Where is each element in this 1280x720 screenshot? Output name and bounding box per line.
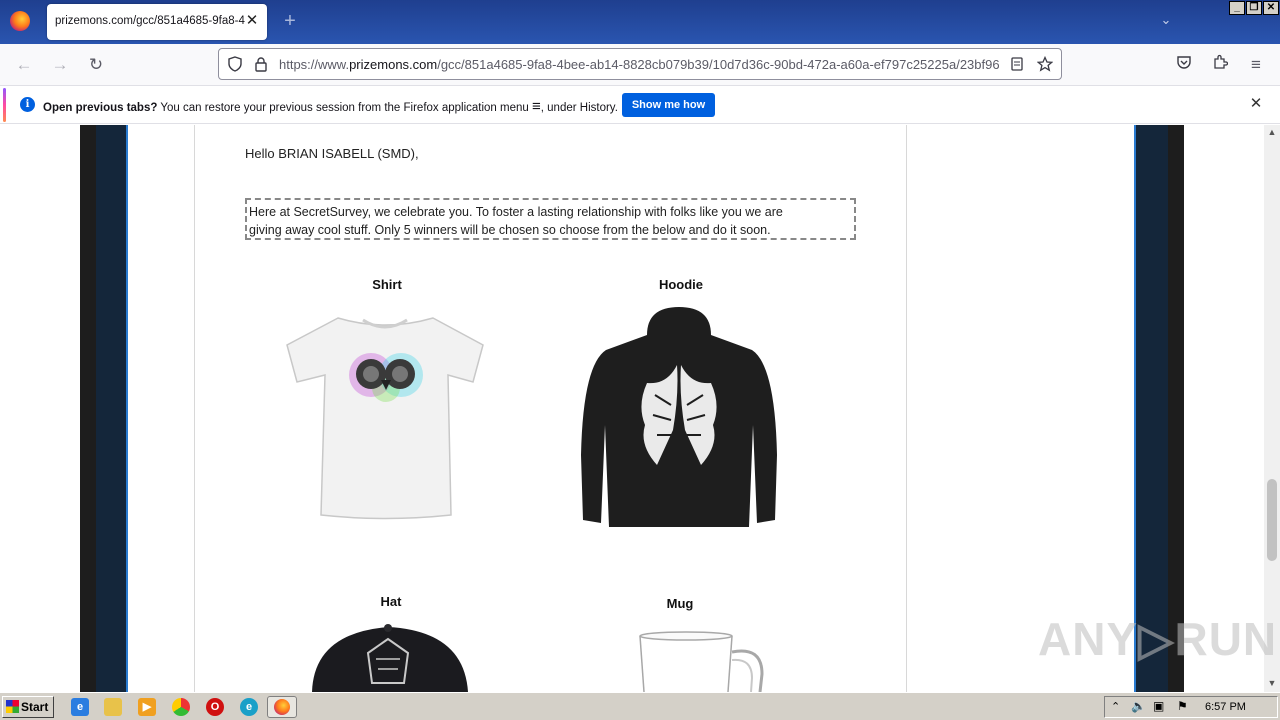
internet-explorer-icon[interactable]: e <box>71 698 89 716</box>
url-bar[interactable]: https://www.prizemons.com/gcc/851a4685-9… <box>218 48 1062 80</box>
bookmark-star-icon[interactable] <box>1036 55 1054 72</box>
scroll-up-icon[interactable]: ▲ <box>1264 127 1280 139</box>
browser-titlebar: prizemons.com/gcc/851a4685-9fa8-4bee-ab1… <box>0 0 1280 44</box>
notification-message: Open previous tabs? You can restore your… <box>43 98 618 115</box>
close-window-button[interactable]: ✕ <box>1263 1 1279 15</box>
hoodie-image[interactable] <box>577 305 781 529</box>
greeting-text: Hello BRIAN ISABELL (SMD), <box>245 146 419 161</box>
web-page: Hello BRIAN ISABELL (SMD), Here at Secre… <box>0 125 1264 692</box>
chrome-icon[interactable] <box>172 698 190 716</box>
media-player-icon[interactable]: ▶ <box>138 698 156 716</box>
start-label: Start <box>21 700 49 714</box>
intro-line-1: Here at SecretSurvey, we celebrate you. … <box>249 205 783 219</box>
forward-icon[interactable]: → <box>48 53 72 77</box>
pocket-icon[interactable] <box>1172 53 1196 77</box>
scroll-thumb[interactable] <box>1267 479 1277 561</box>
app-menu-icon[interactable]: ≡ <box>1244 53 1268 77</box>
clock[interactable]: 6:57 PM <box>1205 701 1246 713</box>
new-tab-button[interactable]: + <box>280 11 300 31</box>
reload-icon[interactable]: ↻ <box>84 53 108 77</box>
action-center-flag-icon[interactable]: ⚑ <box>1177 699 1188 713</box>
edge-icon[interactable]: e <box>240 698 258 716</box>
intro-line-2: giving away cool stuff. Only 5 winners w… <box>249 223 771 237</box>
windows-taskbar: Start e ▶ O e ⌃ 🔈 ▣ ⚑ 6:57 PM <box>0 692 1280 720</box>
system-tray: ⌃ 🔈 ▣ ⚑ 6:57 PM <box>1104 696 1278 718</box>
info-icon: i <box>20 97 35 112</box>
windows-logo-icon <box>6 700 19 713</box>
url-text[interactable]: https://www.prizemons.com/gcc/851a4685-9… <box>279 57 999 72</box>
minimize-button[interactable]: _ <box>1229 1 1245 15</box>
reader-view-icon[interactable] <box>1009 56 1025 72</box>
right-border-navy <box>1134 125 1168 692</box>
start-button[interactable]: Start <box>2 696 54 718</box>
show-me-how-button[interactable]: Show me how <box>622 93 715 117</box>
product-title-mug: Mug <box>666 596 694 611</box>
firefox-taskbar-button[interactable] <box>267 696 297 718</box>
firefox-logo-icon[interactable] <box>10 11 30 31</box>
product-title-hoodie: Hoodie <box>658 277 704 292</box>
volume-icon[interactable]: 🔈 <box>1131 699 1146 713</box>
notification-close-icon[interactable]: ✕ <box>1248 96 1264 112</box>
anyrun-watermark: ANY▷RUN <box>1038 613 1278 665</box>
lock-icon[interactable] <box>253 56 269 72</box>
tab-title: prizemons.com/gcc/851a4685-9fa8-4bee-ab1… <box>55 15 245 27</box>
mug-image[interactable] <box>636 630 766 692</box>
intro-message: Here at SecretSurvey, we celebrate you. … <box>245 198 856 240</box>
restore-button[interactable]: ❐ <box>1246 1 1262 15</box>
app-menu-glyph-icon: ≡ <box>532 98 541 115</box>
hat-image[interactable] <box>310 623 470 692</box>
right-border-dark <box>1168 125 1184 692</box>
restore-session-notification: i Open previous tabs? You can restore yo… <box>0 86 1280 124</box>
left-border-dark <box>80 125 96 692</box>
opera-icon[interactable]: O <box>206 698 224 716</box>
tray-expand-icon[interactable]: ⌃ <box>1111 700 1120 713</box>
list-all-tabs-icon[interactable]: ⌄ <box>1157 12 1175 30</box>
page-scrollbar[interactable]: ▲ ▼ <box>1264 125 1280 692</box>
product-title-shirt: Shirt <box>372 277 402 292</box>
browser-tab[interactable]: prizemons.com/gcc/851a4685-9fa8-4bee-ab1… <box>47 4 267 40</box>
notification-accent <box>3 88 6 122</box>
tab-close-icon[interactable]: ✕ <box>243 12 261 30</box>
back-icon[interactable]: ← <box>12 53 36 77</box>
left-border-navy <box>96 125 128 692</box>
product-title-hat: Hat <box>380 594 402 609</box>
extensions-icon[interactable] <box>1208 53 1232 77</box>
shirt-image[interactable] <box>283 310 488 522</box>
firefox-icon <box>274 699 290 715</box>
navigation-toolbar: ← → ↻ https://www.prizemons.com/gcc/851a… <box>0 44 1280 86</box>
scroll-down-icon[interactable]: ▼ <box>1264 678 1280 690</box>
tracking-protection-shield-icon[interactable] <box>227 56 243 72</box>
file-explorer-icon[interactable] <box>104 698 122 716</box>
network-icon[interactable]: ▣ <box>1153 699 1164 713</box>
